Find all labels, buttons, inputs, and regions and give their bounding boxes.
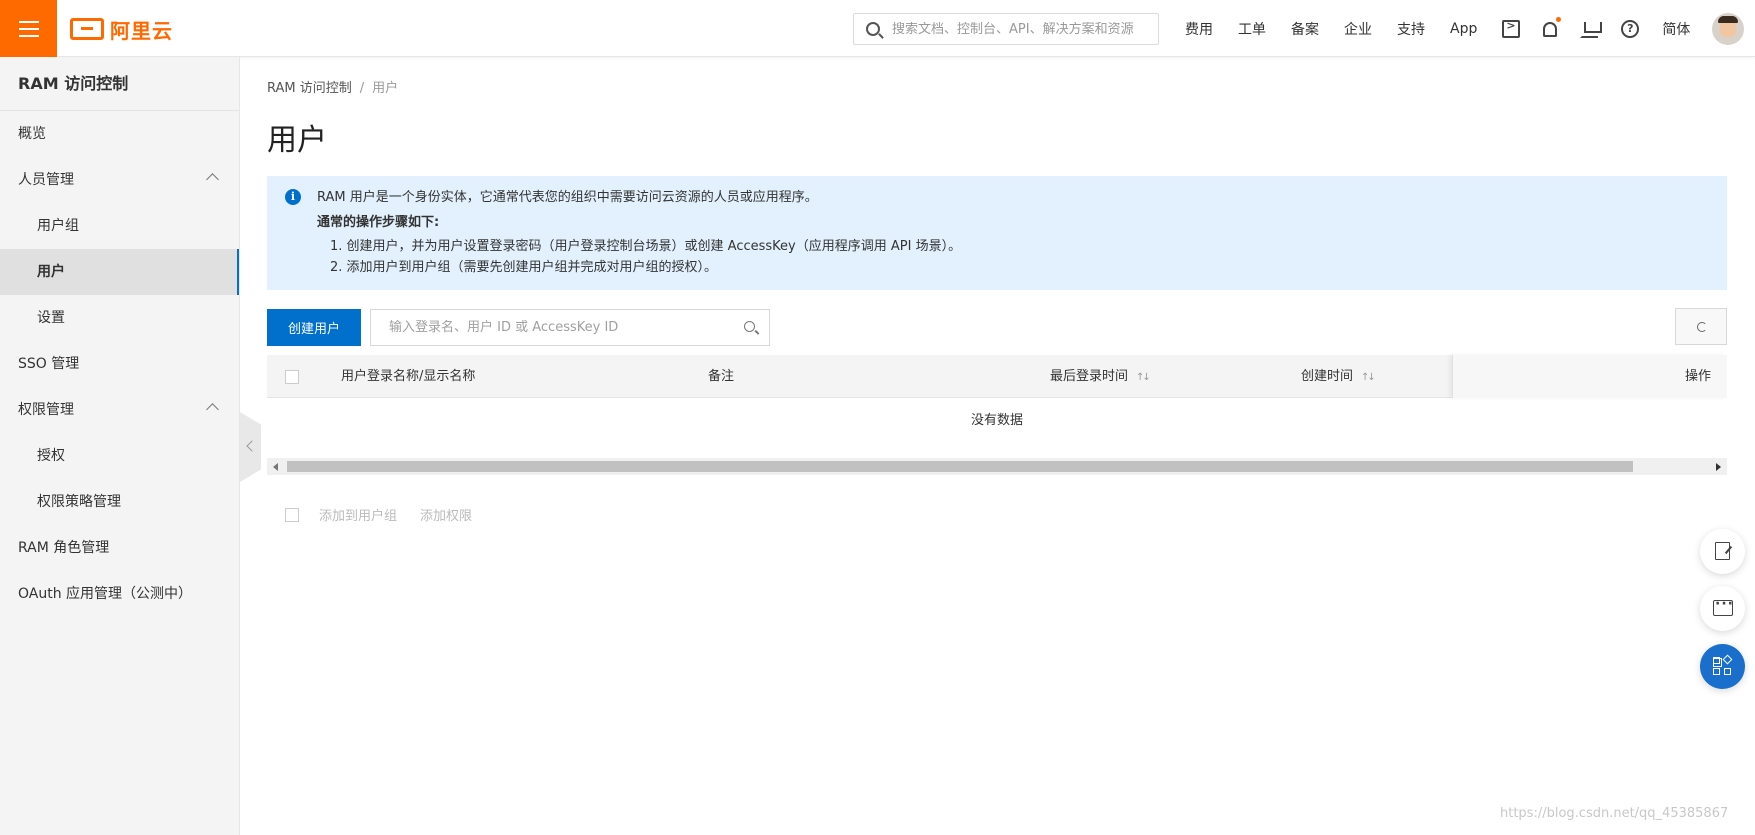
nav-app[interactable]: App	[1450, 21, 1477, 37]
add-permission-link[interactable]: 添加权限	[420, 505, 472, 524]
create-user-button[interactable]: 创建用户	[267, 309, 361, 346]
bell-icon[interactable]	[1543, 17, 1562, 37]
search-icon[interactable]	[744, 321, 755, 332]
avatar[interactable]	[1712, 13, 1744, 45]
notice-step: 1. 创建用户，并为用户设置登录密码（用户登录控制台场景）或创建 AccessK…	[330, 239, 962, 254]
logo-mark-icon	[70, 18, 104, 40]
horizontal-scrollbar[interactable]	[267, 458, 1727, 475]
sidebar-item-oauth[interactable]: OAuth 应用管理（公测中）	[0, 571, 239, 617]
scroll-left-icon[interactable]	[273, 463, 278, 471]
sidebar-item-overview[interactable]: 概览	[0, 111, 239, 157]
global-search-input[interactable]	[892, 21, 1152, 37]
notification-dot	[1556, 17, 1562, 22]
column-label: 创建时间	[1301, 369, 1354, 384]
sidebar-collapse-handle[interactable]	[240, 412, 261, 482]
sidebar-item-roles[interactable]: RAM 角色管理	[0, 525, 239, 571]
breadcrumb: RAM 访问控制 / 用户	[267, 77, 398, 96]
column-label: 最后登录时间	[1050, 369, 1129, 384]
user-search[interactable]	[370, 309, 770, 346]
breadcrumb-root[interactable]: RAM 访问控制	[267, 81, 352, 96]
logo-text: 阿里云	[110, 18, 173, 43]
scroll-right-icon[interactable]	[1716, 463, 1721, 471]
cart-icon[interactable]	[1580, 20, 1603, 38]
add-to-group-link[interactable]: 添加到用户组	[319, 505, 397, 524]
help-icon[interactable]: ?	[1621, 19, 1640, 38]
sidebar-item-label: OAuth 应用管理（公测中）	[18, 586, 193, 602]
sidebar-item-label: 人员管理	[18, 172, 74, 188]
scrollbar-thumb[interactable]	[287, 461, 1633, 472]
chat-button[interactable]	[1700, 586, 1745, 631]
menu-icon[interactable]	[0, 0, 57, 57]
notice-step: 2. 添加用户到用户组（需要先创建用户组并完成对用户组的授权）。	[330, 260, 718, 275]
sidebar-item-label: 概览	[18, 126, 46, 142]
language-switch[interactable]: 简体	[1662, 19, 1690, 39]
info-icon: i	[285, 189, 301, 205]
column-label: 备注	[708, 369, 735, 384]
breadcrumb-current: 用户	[372, 81, 399, 96]
chevron-up-icon[interactable]	[206, 173, 219, 186]
sidebar-item-label: 权限管理	[18, 402, 74, 418]
apps-grid-icon	[1724, 668, 1731, 675]
sidebar-item-settings[interactable]: 设置	[0, 295, 239, 341]
info-notice: i RAM 用户是一个身份实体，它通常代表您的组织中需要访问云资源的人员或应用程…	[267, 176, 1727, 290]
global-search[interactable]	[853, 13, 1159, 45]
table-header: 用户登录名称/显示名称 备注 最后登录时间 ↑↓ 创建时间 ↑↓ 操作	[267, 355, 1727, 398]
sidebar-item-label: 授权	[37, 448, 65, 464]
empty-state: 没有数据	[970, 413, 1023, 428]
feedback-edit-button[interactable]	[1700, 529, 1745, 574]
column-header-last-login[interactable]: 最后登录时间 ↑↓	[1050, 355, 1151, 399]
sidebar-item-label: 设置	[37, 310, 65, 326]
nav-icp[interactable]: 备案	[1291, 19, 1319, 39]
nav-support[interactable]: 支持	[1397, 19, 1425, 39]
apps-grid-icon	[1713, 657, 1720, 664]
notice-heading: 通常的操作步骤如下:	[317, 215, 440, 230]
batch-select-checkbox[interactable]	[285, 508, 299, 522]
top-nav: 费用 工单 备案 企业 支持 App ? 简体	[1185, 0, 1715, 57]
sidebar-item-label: 权限策略管理	[37, 494, 121, 510]
apps-button[interactable]	[1700, 644, 1745, 689]
sidebar-item-policies[interactable]: 权限策略管理	[0, 479, 239, 525]
nav-fees[interactable]: 费用	[1185, 19, 1213, 39]
sidebar: RAM 访问控制 概览 人员管理 用户组 用户 设置 SSO 管理 权限管理 授…	[0, 57, 240, 835]
column-header-actions: 操作	[1684, 369, 1711, 384]
sidebar-item-permissions[interactable]: 权限管理	[0, 387, 239, 433]
sidebar-item-label: SSO 管理	[18, 356, 80, 372]
apps-grid-icon	[1713, 668, 1720, 675]
chevron-up-icon[interactable]	[206, 403, 219, 416]
breadcrumb-separator: /	[359, 81, 365, 96]
column-label: 用户登录名称/显示名称	[341, 369, 476, 384]
notice-line: RAM 用户是一个身份实体，它通常代表您的组织中需要访问云资源的人员或应用程序。	[317, 190, 818, 205]
sidebar-item-grants[interactable]: 授权	[0, 433, 239, 479]
search-icon[interactable]	[866, 22, 880, 36]
nav-enterprise[interactable]: 企业	[1344, 19, 1372, 39]
column-header-note: 备注	[708, 355, 734, 398]
user-search-input[interactable]	[389, 320, 739, 335]
sidebar-item-label: 用户组	[37, 218, 79, 234]
sidebar-item-sso[interactable]: SSO 管理	[0, 341, 239, 387]
sidebar-item-label: 用户	[37, 264, 65, 280]
aliyun-logo[interactable]: 阿里云	[70, 16, 173, 43]
watermark: https://blog.csdn.net/qq_45385867	[1500, 806, 1729, 821]
terminal-icon[interactable]	[1502, 19, 1521, 38]
page-title: 用户	[267, 123, 327, 158]
refresh-button[interactable]	[1675, 308, 1727, 345]
column-header-created[interactable]: 创建时间 ↑↓	[1301, 355, 1376, 399]
sidebar-title: RAM 访问控制	[0, 57, 239, 111]
sort-icon[interactable]: ↑↓	[1136, 356, 1151, 399]
sidebar-item-groups[interactable]: 用户组	[0, 203, 239, 249]
sidebar-item-users[interactable]: 用户	[0, 249, 239, 295]
nav-tickets[interactable]: 工单	[1238, 19, 1266, 39]
sidebar-item-identities[interactable]: 人员管理	[0, 157, 239, 203]
column-header-username: 用户登录名称/显示名称	[341, 355, 475, 398]
column-header-actions-cell: 操作	[1452, 355, 1727, 398]
sidebar-item-label: RAM 角色管理	[18, 540, 110, 556]
select-all-checkbox[interactable]	[285, 370, 299, 384]
sort-icon[interactable]: ↑↓	[1361, 356, 1376, 399]
apps-diamond-icon	[1722, 654, 1733, 665]
top-bar: 阿里云 费用 工单 备案 企业 支持 App ? 简体	[0, 0, 1755, 57]
